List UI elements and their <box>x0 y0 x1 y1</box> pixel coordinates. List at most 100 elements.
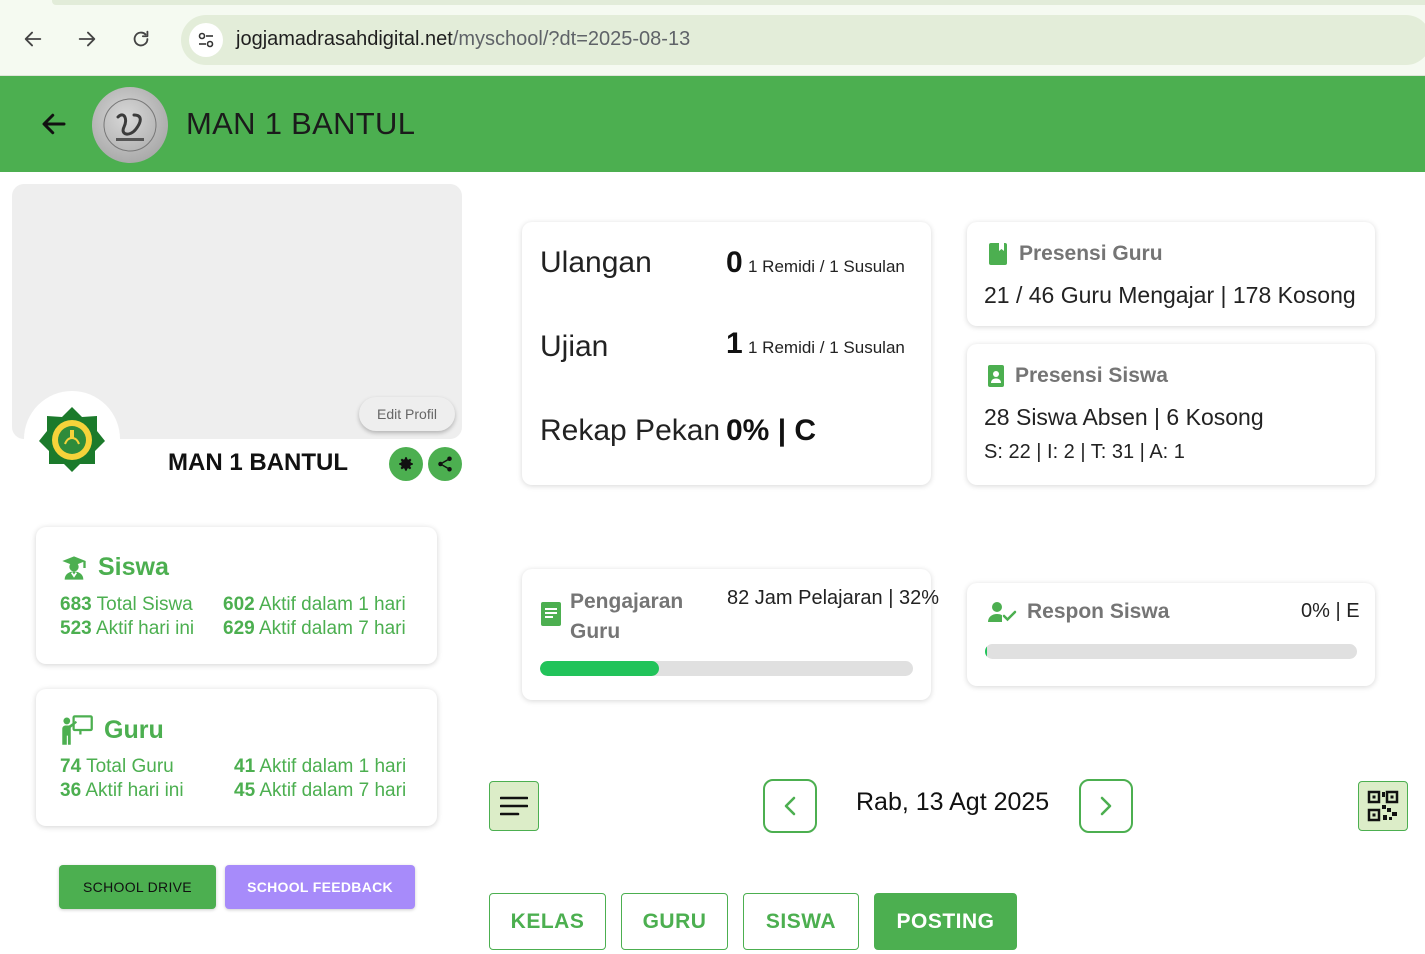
siswa-card-header: Siswa <box>60 553 169 582</box>
notebook-icon <box>541 602 561 626</box>
guru-1day-label: Aktif dalam 1 hari <box>259 756 407 777</box>
guru-card-header: Guru <box>60 715 164 745</box>
rekap-pekan-label: Rekap Pekan <box>540 414 721 447</box>
ujian-sub: 1 Remidi / 1 Susulan <box>748 338 905 357</box>
presensi-siswa-detail: S: 22 | I: 2 | T: 31 | A: 1 <box>984 441 1185 463</box>
tab-guru[interactable]: GURU <box>621 893 728 950</box>
siswa-card-title: Siswa <box>98 553 169 581</box>
url-host: jogjamadrasahdigital.net <box>236 28 453 50</box>
exam-summary-card[interactable]: Ulangan 0 1 Remidi / 1 Susulan Ujian 1 1… <box>522 222 931 485</box>
guru-7day-label: Aktif dalam 7 hari <box>259 780 407 801</box>
next-date-button[interactable] <box>1079 779 1133 833</box>
siswa-1day-number: 602 <box>223 594 255 615</box>
guru-card-title: Guru <box>104 715 164 744</box>
pengajaran-value: 82 Jam Pelajaran | 32% <box>727 587 939 609</box>
tab-siswa[interactable]: SISWA <box>743 893 859 950</box>
teacher-icon <box>62 715 93 745</box>
respon-siswa-value: 0% | E <box>1301 600 1360 622</box>
prev-date-button[interactable] <box>763 779 817 833</box>
school-emblem-icon <box>39 407 105 472</box>
guru-stats-card[interactable]: Guru 74 Total Guru 36 Aktif hari ini 41 … <box>36 689 437 826</box>
ulangan-sub: 1 Remidi / 1 Susulan <box>748 257 905 276</box>
guru-total-label: Total Guru <box>86 756 174 777</box>
app-logo <box>92 87 168 163</box>
back-arrow-icon[interactable] <box>34 104 74 144</box>
book-icon <box>989 243 1007 265</box>
presensi-siswa-title: Presensi Siswa <box>1015 364 1168 387</box>
siswa-1day-label: Aktif dalam 1 hari <box>258 594 406 615</box>
presensi-guru-card[interactable]: Presensi Guru 21 / 46 Guru Mengajar | 17… <box>967 222 1375 326</box>
guru-today-number: 36 <box>60 780 82 801</box>
chevron-right-icon <box>1100 796 1112 816</box>
presensi-guru-title: Presensi Guru <box>1019 242 1163 265</box>
guru-total: 74 Total Guru <box>60 756 174 778</box>
browser-tab-strip <box>52 0 1425 5</box>
person-check-icon <box>988 602 1017 622</box>
menu-lines-icon <box>500 796 528 816</box>
guru-today-label: Aktif hari ini <box>85 780 184 801</box>
share-button[interactable] <box>428 447 462 481</box>
school-name: MAN 1 BANTUL <box>168 449 348 476</box>
badge-icon <box>988 365 1004 387</box>
guru-active-1day: 41 Aktif dalam 1 hari <box>234 756 406 778</box>
siswa-active-7day: 629 Aktif dalam 7 hari <box>223 618 406 640</box>
pengajaran-title-line1: Pengajaran <box>570 590 684 613</box>
rekap-pekan-value: 0% | C <box>726 414 817 447</box>
pengajaran-title-line2: Guru <box>570 620 621 643</box>
school-avatar <box>24 391 120 487</box>
presensi-siswa-card[interactable]: Presensi Siswa 28 Siswa Absen | 6 Kosong… <box>967 344 1375 485</box>
siswa-today-number: 523 <box>60 618 92 639</box>
guru-7day-number: 45 <box>234 780 256 801</box>
respon-progress-bar <box>985 644 1357 659</box>
siswa-total: 683 Total Siswa <box>60 594 193 616</box>
presensi-guru-header: Presensi Guru <box>987 242 1163 266</box>
menu-button[interactable] <box>489 781 539 831</box>
presensi-siswa-header: Presensi Siswa <box>987 364 1168 388</box>
browser-back-icon[interactable] <box>16 22 50 56</box>
respon-siswa-card[interactable]: Respon Siswa 0% | E <box>967 583 1375 686</box>
edit-profile-button[interactable]: Edit Profil <box>359 397 455 431</box>
siswa-7day-label: Aktif dalam 7 hari <box>258 618 406 639</box>
address-bar[interactable]: jogjamadrasahdigital.net/myschool/?dt=20… <box>181 15 1425 65</box>
settings-button[interactable] <box>389 447 423 481</box>
guru-1day-number: 41 <box>234 756 256 777</box>
tab-kelas[interactable]: KELAS <box>489 893 606 950</box>
pengajaran-guru-card[interactable]: Pengajaran Guru 82 Jam Pelajaran | 32% <box>522 569 939 700</box>
siswa-total-label: Total Siswa <box>96 594 193 615</box>
student-icon <box>62 555 86 580</box>
presensi-guru-text: 21 / 46 Guru Mengajar | 178 Kosong <box>984 282 1356 308</box>
pengajaran-progress-fill <box>540 661 660 676</box>
browser-toolbar: jogjamadrasahdigital.net/myschool/?dt=20… <box>0 0 1425 76</box>
ulangan-label: Ulangan <box>540 246 652 279</box>
siswa-stats-card[interactable]: Siswa 683 Total Siswa 523 Aktif hari ini… <box>36 527 437 664</box>
guru-active-today: 36 Aktif hari ini <box>60 780 184 802</box>
browser-forward-icon[interactable] <box>70 22 104 56</box>
siswa-total-number: 683 <box>60 594 92 615</box>
app-header: MAN 1 BANTUL <box>0 76 1425 172</box>
siswa-active-today: 523 Aktif hari ini <box>60 618 194 640</box>
qr-code-icon <box>1367 790 1399 822</box>
respon-siswa-header: Respon Siswa <box>987 600 1169 624</box>
tab-posting[interactable]: POSTING <box>874 893 1017 950</box>
school-feedback-button[interactable]: SCHOOL FEEDBACK <box>225 865 415 909</box>
siswa-today-label: Aktif hari ini <box>95 618 195 639</box>
school-drive-button[interactable]: SCHOOL DRIVE <box>59 865 216 909</box>
browser-reload-icon[interactable] <box>124 22 158 56</box>
siswa-active-1day: 602 Aktif dalam 1 hari <box>223 594 406 616</box>
chevron-left-icon <box>784 796 796 816</box>
qr-scan-button[interactable] <box>1358 781 1408 831</box>
pengajaran-progress-bar <box>540 661 913 676</box>
page-title: MAN 1 BANTUL <box>186 106 416 141</box>
gear-icon <box>399 457 413 471</box>
ulangan-count: 0 <box>726 246 743 279</box>
site-info-icon[interactable] <box>189 23 223 57</box>
presensi-siswa-text: 28 Siswa Absen | 6 Kosong <box>984 404 1264 430</box>
ujian-label: Ujian <box>540 330 609 363</box>
current-date: Rab, 13 Agt 2025 <box>856 788 1050 816</box>
url-text: jogjamadrasahdigital.net/myschool/?dt=20… <box>236 28 690 51</box>
guru-total-number: 74 <box>60 756 82 777</box>
ujian-count: 1 <box>726 327 743 360</box>
share-icon <box>438 456 452 472</box>
respon-siswa-title: Respon Siswa <box>1027 600 1170 623</box>
guru-active-7day: 45 Aktif dalam 7 hari <box>234 780 406 802</box>
